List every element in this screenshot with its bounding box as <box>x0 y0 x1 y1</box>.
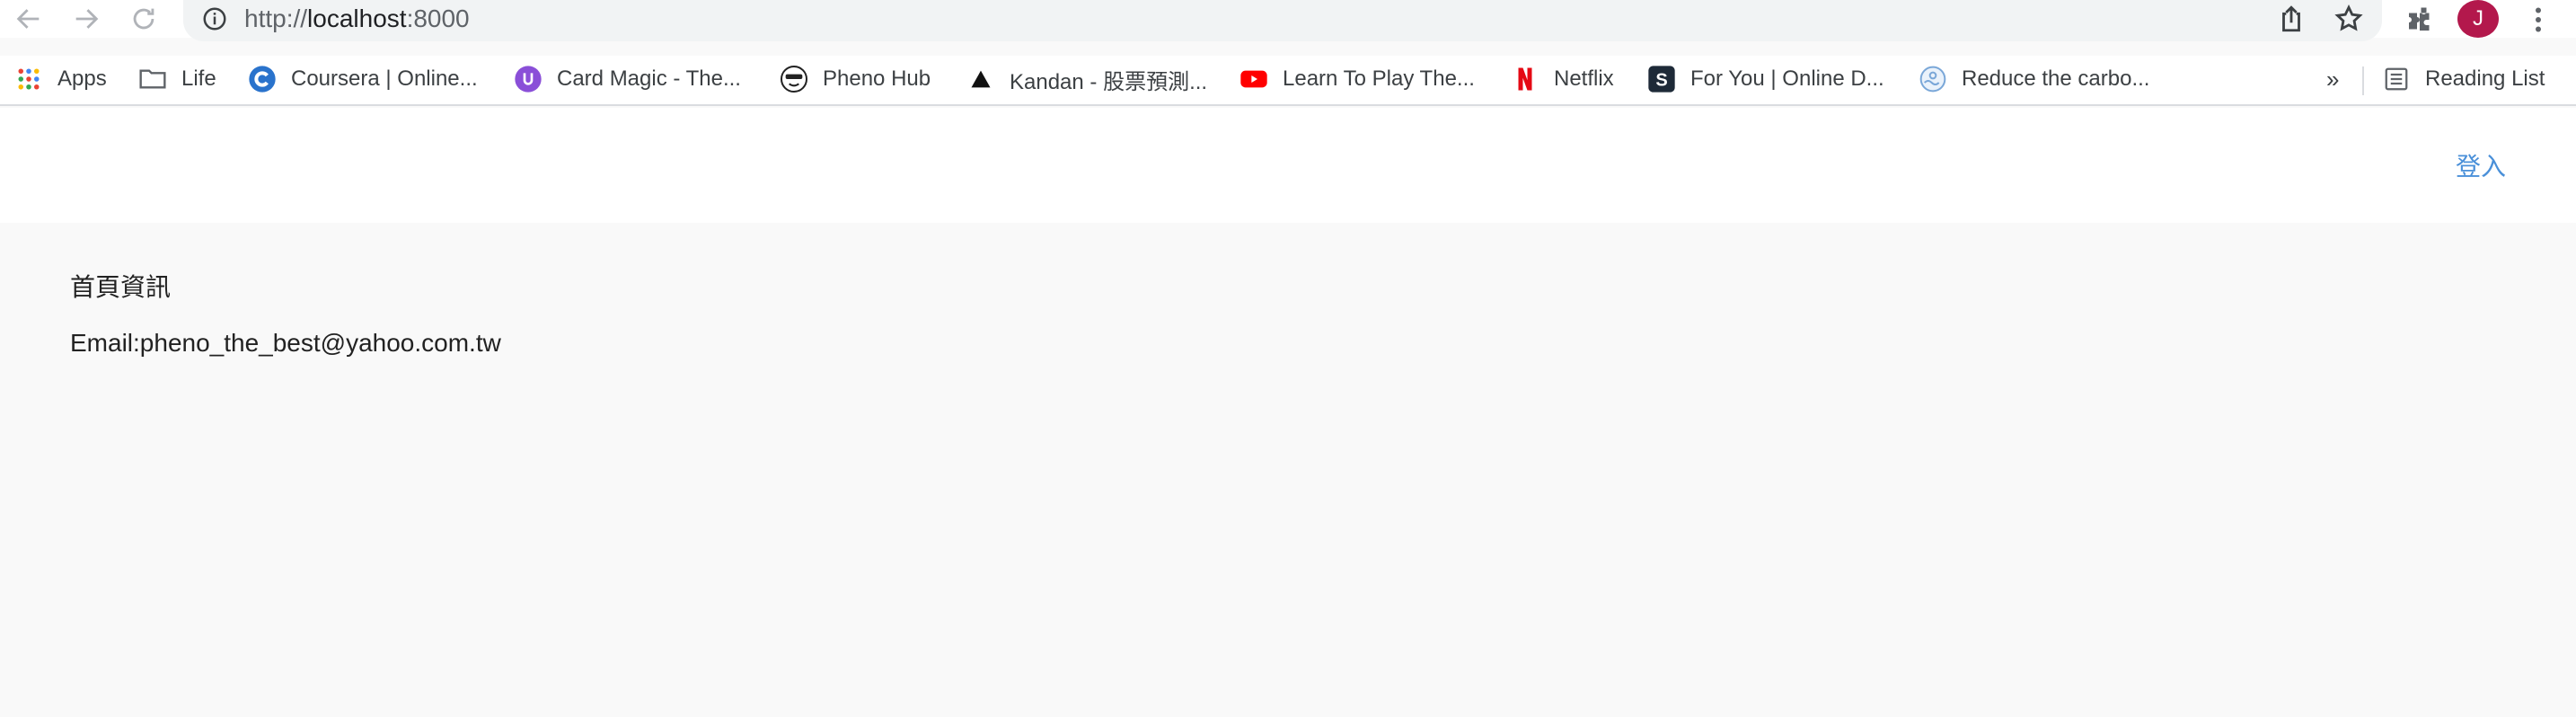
bookmark-label: Learn To Play The... <box>1283 66 1475 91</box>
reading-list-button[interactable]: Reading List <box>2382 59 2545 99</box>
reload-icon <box>133 8 154 30</box>
bookmarks-divider <box>2362 66 2364 95</box>
bookmark-label: For You | Online D... <box>1690 66 1884 91</box>
bookmark-card-magic[interactable]: Card Magic - The... <box>514 59 741 99</box>
arrow-left-icon <box>16 9 40 29</box>
coursera-icon <box>248 65 277 93</box>
bookmark-label: Card Magic - The... <box>557 66 741 91</box>
bookmark-label: Life <box>181 66 216 91</box>
bookmark-life-folder[interactable]: Life <box>138 59 216 99</box>
bookmark-netflix[interactable]: Netflix <box>1511 59 1614 99</box>
star-icon[interactable] <box>2333 4 2364 34</box>
youtube-icon <box>1239 65 1268 93</box>
back-button[interactable] <box>9 0 49 38</box>
scribd-icon: S <box>1647 65 1676 93</box>
share-icon[interactable] <box>2276 4 2307 34</box>
carbon-icon <box>1919 65 1947 93</box>
bookmarks-overflow-button[interactable]: » <box>2326 59 2339 99</box>
profile-avatar[interactable]: J <box>2457 0 2499 38</box>
forward-button[interactable] <box>66 0 106 38</box>
pheno-hub-icon <box>780 65 808 93</box>
apps-grid-icon <box>14 65 43 93</box>
reading-list-label: Reading List <box>2425 66 2545 91</box>
folder-icon <box>138 65 167 93</box>
bookmark-apps[interactable]: Apps <box>14 59 107 99</box>
bookmarks-bar: Apps Life Coursera | Online... Card Magi… <box>0 56 2576 106</box>
bookmark-kandan[interactable]: Kandan - 股票預測... <box>966 59 1207 99</box>
bookmark-label: Netflix <box>1554 66 1614 91</box>
bookmark-label: Coursera | Online... <box>291 66 478 91</box>
bookmark-pheno-hub[interactable]: Pheno Hub <box>780 59 931 99</box>
address-bar[interactable]: http://localhost:8000 <box>183 0 2382 41</box>
kebab-menu-icon[interactable] <box>2522 4 2554 36</box>
url-prefix: http:// <box>244 4 308 32</box>
url-text[interactable]: http://localhost:8000 <box>244 3 470 35</box>
bookmark-learn-to-play[interactable]: Learn To Play The... <box>1239 59 1475 99</box>
card-magic-icon <box>514 65 543 93</box>
arrow-right-icon <box>75 9 99 29</box>
login-link[interactable]: 登入 <box>2456 147 2506 183</box>
page-title: 首頁資訊 <box>70 273 172 301</box>
main-content: 首頁資訊 Email:pheno_the_best@yahoo.com.tw <box>0 223 2576 717</box>
reload-button[interactable] <box>124 0 163 38</box>
info-icon[interactable] <box>201 5 228 32</box>
page-header: 登入 <box>0 108 2576 223</box>
browser-toolbar: http://localhost:8000 J <box>0 0 2576 41</box>
bookmark-coursera[interactable]: Coursera | Online... <box>248 59 478 99</box>
bookmark-label: Pheno Hub <box>823 66 931 91</box>
svg-text:S: S <box>1655 70 1667 90</box>
bookmark-reduce-carbon[interactable]: Reduce the carbo... <box>1919 59 2149 99</box>
reading-list-icon <box>2382 65 2411 93</box>
bookmark-label: Kandan - 股票預測... <box>1010 69 1208 94</box>
netflix-icon <box>1511 65 1539 93</box>
url-port: :8000 <box>406 4 470 32</box>
kandan-icon <box>966 65 995 93</box>
extensions-puzzle-icon[interactable] <box>2404 4 2436 36</box>
bookmark-label: Apps <box>57 66 107 91</box>
email-text: Email:pheno_the_best@yahoo.com.tw <box>70 329 501 357</box>
bookmark-scribd[interactable]: S For You | Online D... <box>1647 59 1884 99</box>
bookmark-label: Reduce the carbo... <box>1962 66 2150 91</box>
url-host: localhost <box>307 4 407 32</box>
